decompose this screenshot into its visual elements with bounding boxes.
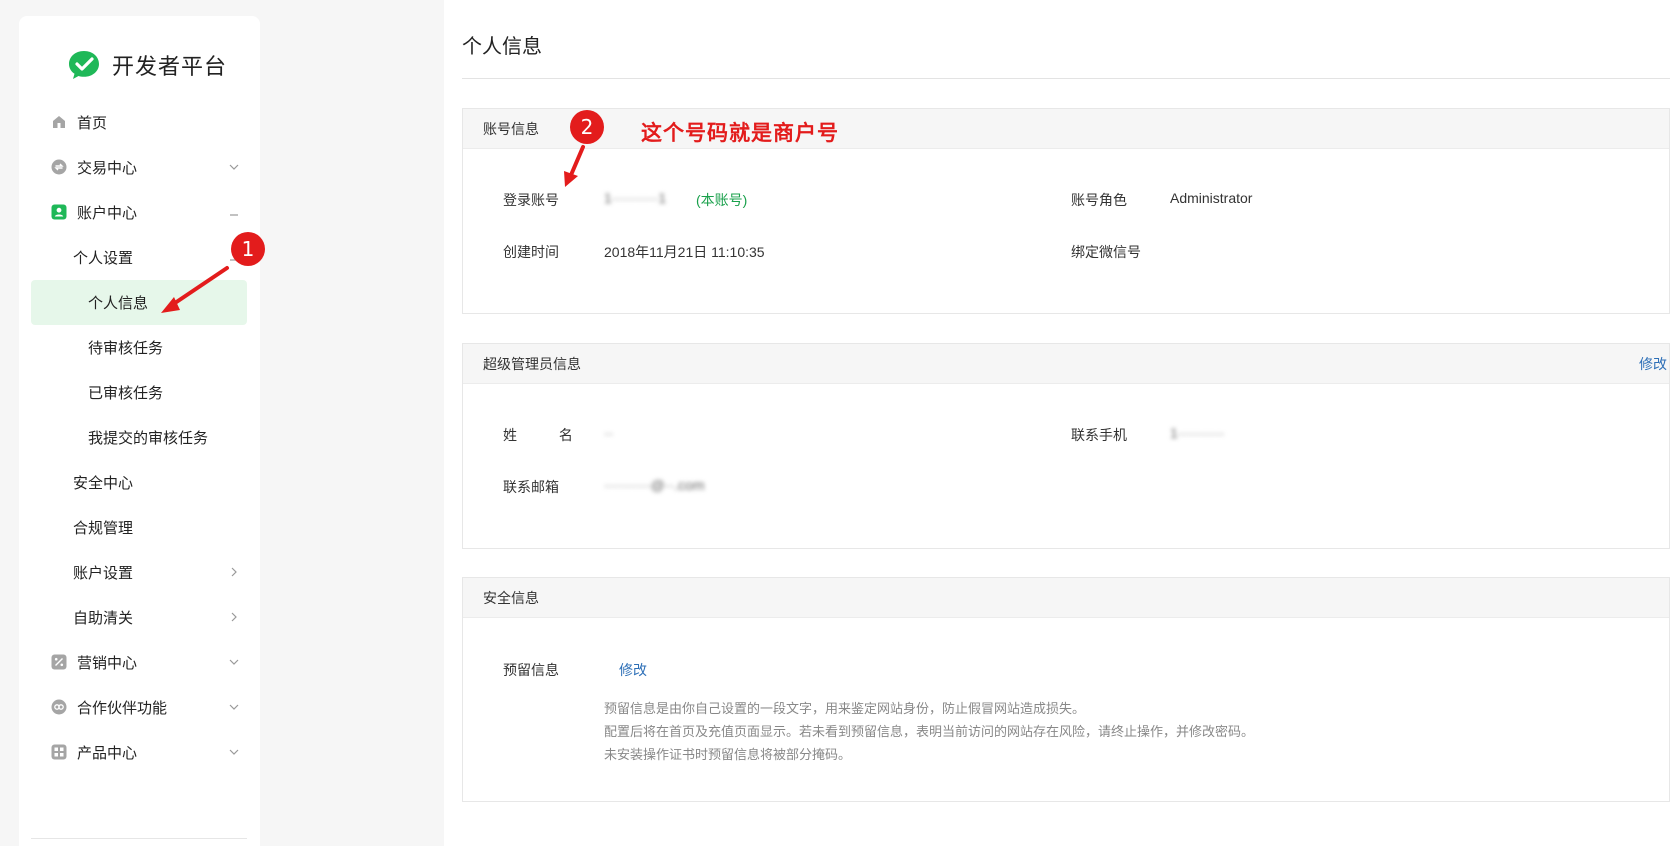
chevron-down-icon	[229, 749, 239, 755]
this-account-tag: (本账号)	[696, 192, 748, 208]
phone-value: 1··········	[1170, 425, 1225, 441]
account-role-label: 账号角色	[1071, 192, 1127, 208]
description-line: 未安装操作证书时预留信息将被部分掩码。	[604, 747, 852, 762]
sidebar-item-account-center[interactable]: 账户中心	[19, 188, 260, 236]
card-title: 账号信息	[483, 120, 539, 137]
account-role-value: Administrator	[1170, 190, 1253, 206]
sidebar-item-label: 安全中心	[73, 474, 134, 492]
login-account-label: 登录账号	[503, 192, 559, 208]
sidebar-item-personal-settings[interactable]: 个人设置	[19, 233, 260, 281]
sidebar-divider	[31, 838, 247, 839]
email-label: 联系邮箱	[503, 479, 559, 495]
chevron-down-icon	[229, 659, 239, 665]
email-value: ··········@··.com	[604, 477, 705, 493]
created-time-value: 2018年11月21日 11:10:35	[604, 244, 765, 260]
created-time-label: 创建时间	[503, 244, 559, 260]
sidebar-item-label: 自助清关	[73, 609, 134, 627]
card-header: 超级管理员信息 修改	[463, 344, 1669, 384]
sidebar-item-compliance[interactable]: 合规管理	[19, 503, 260, 551]
partner-icon	[51, 699, 67, 715]
sidebar-item-label: 个人信息	[88, 295, 149, 312]
chevron-right-icon	[231, 612, 237, 622]
wechat-pay-logo-icon	[69, 51, 99, 79]
sidebar-item-reviewed[interactable]: 已审核任务	[19, 368, 260, 416]
sidebar-item-personal-info[interactable]: 个人信息	[31, 280, 247, 325]
collapse-icon	[230, 214, 238, 216]
card-title: 安全信息	[483, 589, 539, 606]
sidebar-item-trade-center[interactable]: 交易中心	[19, 143, 260, 191]
sidebar-item-label: 合规管理	[73, 519, 134, 537]
marketing-icon	[51, 654, 67, 670]
annotation-note: 这个号码就是商户号	[641, 122, 839, 145]
sidebar-item-pending-review[interactable]: 待审核任务	[19, 323, 260, 371]
sidebar-item-home[interactable]: 首页	[19, 98, 260, 146]
sidebar-item-label: 账户中心	[77, 204, 138, 222]
main-content: 个人信息 账号信息 登录账号 1··········1 (本账号) 账号角色 A…	[444, 0, 1670, 846]
card-header: 安全信息	[463, 578, 1669, 618]
product-icon	[51, 744, 67, 760]
sidebar-item-partner[interactable]: 合作伙伴功能	[19, 683, 260, 731]
sidebar-item-security-center[interactable]: 安全中心	[19, 458, 260, 506]
description-line: 配置后将在首页及充值页面显示。若未看到预留信息，表明当前访问的网站存在风险，请终…	[604, 724, 1255, 739]
sidebar-item-label: 合作伙伴功能	[77, 699, 168, 717]
super-admin-card: 超级管理员信息 修改 姓 名 ·· 联系手机 1·········· 联系邮箱 …	[462, 343, 1670, 549]
annotation-badge-2: 2	[570, 110, 604, 144]
name-value: ··	[604, 425, 614, 441]
description-line: 预留信息是由你自己设置的一段文字，用来鉴定网站身份，防止假冒网站造成损失。	[604, 701, 1086, 716]
sidebar-item-label: 已审核任务	[88, 384, 164, 402]
edit-admin-link[interactable]: 修改	[1639, 354, 1667, 374]
account-icon	[51, 204, 67, 220]
chevron-right-icon	[231, 567, 237, 577]
sidebar-item-my-submitted[interactable]: 我提交的审核任务	[19, 413, 260, 461]
phone-label: 联系手机	[1071, 427, 1127, 443]
sidebar-item-label: 个人设置	[73, 249, 134, 267]
exchange-icon	[51, 159, 67, 175]
card-title: 超级管理员信息	[483, 355, 581, 372]
page-title: 个人信息	[462, 36, 542, 58]
home-icon	[53, 116, 65, 128]
logo[interactable]: 开发者平台	[67, 48, 227, 82]
chevron-down-icon	[229, 164, 239, 170]
edit-reserved-info-link[interactable]: 修改	[619, 660, 647, 680]
title-divider	[462, 78, 1670, 79]
sidebar-item-label: 首页	[77, 114, 108, 132]
sidebar: 开发者平台 首页 交易中心 账户中心 个人设置 个人信息 待审核任务 已审核任务…	[19, 16, 260, 846]
sidebar-item-label: 交易中心	[77, 159, 138, 177]
sidebar-item-product[interactable]: 产品中心	[19, 728, 260, 776]
sidebar-item-label: 账户设置	[73, 564, 134, 582]
chevron-down-icon	[229, 704, 239, 710]
sidebar-item-marketing[interactable]: 营销中心	[19, 638, 260, 686]
platform-title: 开发者平台	[112, 54, 228, 79]
reserved-info-description: 预留信息是由你自己设置的一段文字，用来鉴定网站身份，防止假冒网站造成损失。 配置…	[604, 697, 1254, 766]
sidebar-item-label: 我提交的审核任务	[88, 429, 209, 447]
annotation-badge-1: 1	[231, 232, 265, 266]
sidebar-item-customs[interactable]: 自助清关	[19, 593, 260, 641]
sidebar-item-label: 待审核任务	[88, 339, 164, 357]
sidebar-item-account-settings[interactable]: 账户设置	[19, 548, 260, 596]
login-account-value: 1··········1	[604, 190, 667, 206]
name-label: 姓 名	[503, 427, 592, 443]
sidebar-item-label: 营销中心	[77, 654, 138, 672]
sidebar-item-label: 产品中心	[77, 744, 138, 762]
security-info-card: 安全信息 预留信息 修改 预留信息是由你自己设置的一段文字，用来鉴定网站身份，防…	[462, 577, 1670, 802]
bound-wechat-label: 绑定微信号	[1071, 244, 1141, 260]
reserved-info-label: 预留信息	[503, 662, 559, 678]
